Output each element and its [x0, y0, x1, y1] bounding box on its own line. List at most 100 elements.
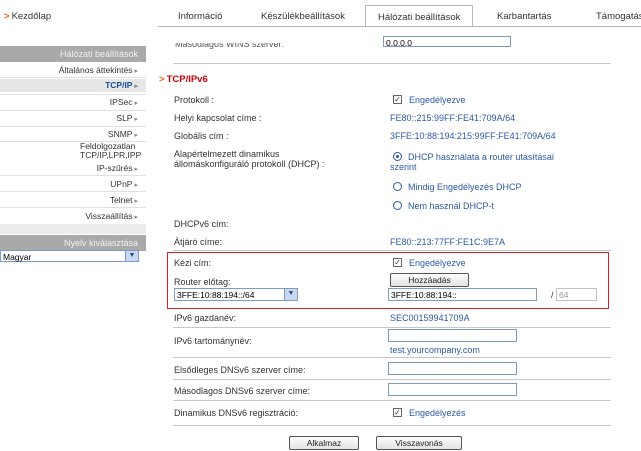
hostname-value: SEC00159941709A	[390, 313, 470, 323]
sidebar-item-snmp[interactable]: SNMP ▸	[0, 129, 146, 139]
global-address-value: 3FFE:10:88:194:215:99FF:FE41:709A/64	[390, 131, 556, 141]
language-header: Nyelv kiválasztása	[0, 235, 146, 251]
chevron-right-icon: ▸	[134, 132, 138, 139]
sidebar-item-label: UPnP	[110, 179, 133, 189]
home-link[interactable]: > Kezdőlap	[4, 11, 51, 22]
tab-device-settings[interactable]: Készülékbeállítások	[261, 11, 345, 22]
divider	[173, 379, 611, 380]
dhcp-option-router: DHCP használata a router utasításai	[408, 152, 554, 162]
manual-address-checkbox[interactable]: ✓	[393, 258, 402, 267]
section-title: > TCP/IPv6	[159, 74, 208, 85]
secondary-dns-input[interactable]	[388, 383, 517, 396]
sidebar-item-label: IP-szűrés	[96, 163, 133, 173]
sidebar-header: Hálózati beállítások	[0, 46, 146, 62]
dhcp-always-radio[interactable]	[393, 182, 402, 191]
ddns-label: Dinamikus DNSv6 regisztráció:	[174, 408, 299, 418]
divider	[0, 207, 146, 208]
tab-maintenance[interactable]: Karbantartás	[497, 11, 551, 22]
section-arrow-icon: >	[159, 74, 165, 85]
divider	[0, 77, 146, 78]
chevron-right-icon: ▸	[134, 83, 138, 90]
sidebar-item-label: Visszaállítás	[85, 211, 133, 221]
sidebar-item-slp[interactable]: SLP ▸	[0, 113, 146, 123]
router-prefix-select-value: 3FFE:10:88:194::/64	[177, 290, 255, 300]
dhcp-label-line1: Alapértelmezett dinamikus	[174, 149, 280, 159]
sidebar-item-upnp[interactable]: UPnP ▸	[0, 179, 146, 189]
divider	[0, 94, 146, 95]
sidebar-item-ip-filter[interactable]: IP-szűrés ▸	[0, 163, 146, 173]
router-prefix-select[interactable]: 3FFE:10:88:194::/64 ▼	[174, 288, 298, 301]
prefix-input[interactable]: 3FFE:10:88:194::	[388, 288, 537, 301]
hostname-label: IPv6 gazdanév:	[174, 313, 237, 323]
dhcp-option-none: Nem használ DHCP-t	[408, 201, 495, 211]
top-navigation: > Kezdőlap Információ Készülékbeállítások…	[0, 0, 641, 36]
sidebar-item-label: Telnet	[109, 195, 133, 205]
dhcpv6-label: DHCPv6 cím:	[174, 219, 229, 229]
chevron-down-icon: ▼	[125, 251, 138, 261]
primary-dns-label: Elsődleges DNSv6 szerver címe:	[174, 365, 306, 375]
divider	[0, 191, 146, 192]
link-local-value: FE80::215:99FF:FE41:709A/64	[390, 113, 516, 123]
chevron-right-icon: ▸	[134, 182, 138, 189]
chevron-right-icon: ▸	[134, 100, 138, 107]
router-prefix-label: Router előtag:	[174, 277, 231, 287]
sidebar-item-reset[interactable]: Visszaállítás ▸	[0, 211, 146, 221]
sidebar-item-label: IPSec	[109, 97, 133, 107]
chevron-right-icon: ▸	[134, 214, 138, 221]
language-value: Magyar	[3, 252, 32, 262]
divider	[0, 175, 146, 176]
sidebar-item-label: Általános áttekintés	[58, 65, 133, 75]
divider	[173, 425, 611, 426]
domain-label: IPv6 tartománynév:	[174, 336, 252, 346]
primary-dns-input[interactable]	[388, 362, 517, 375]
tab-support[interactable]: Támogatás	[596, 11, 641, 22]
tab-underline	[158, 26, 641, 27]
apply-button[interactable]: Alkalmaz	[289, 436, 359, 450]
language-select[interactable]: Magyar ▼	[0, 250, 139, 262]
link-local-label: Helyi kapcsolat címe :	[174, 113, 262, 123]
dhcp-none-radio[interactable]	[393, 201, 402, 210]
chevron-right-icon: ▸	[134, 198, 138, 205]
dhcp-router-radio[interactable]	[393, 152, 402, 161]
sidebar-item-label: Feldolgozatlan TCP/IP,LPR,IPP	[80, 141, 142, 160]
prefix-length-input[interactable]: 64	[556, 288, 597, 301]
ddns-value: Engedélyezés	[409, 408, 466, 418]
prefix-slash: /	[551, 290, 554, 300]
sidebar-item-label: SNMP	[107, 129, 133, 139]
gateway-label: Átjáró címe:	[174, 237, 223, 247]
secondary-wins-input[interactable]: 0.0.0.0	[383, 36, 511, 47]
divider	[173, 400, 611, 401]
dhcp-option-always: Mindig Engedélyezés DHCP	[408, 182, 522, 192]
domain-input[interactable]	[388, 329, 517, 342]
sidebar-item-ipsec[interactable]: IPSec ▸	[0, 97, 146, 107]
tab-information[interactable]: Információ	[178, 11, 222, 22]
divider	[0, 126, 146, 127]
sidebar-item-label: TCP/IP	[105, 80, 133, 90]
dhcp-label-line2: állomáskonfiguráló protokoll (DHCP) :	[174, 159, 325, 169]
protocol-label: Protokoll :	[174, 95, 215, 105]
global-address-label: Globális cím :	[174, 131, 229, 141]
ddns-checkbox[interactable]: ✓	[393, 408, 402, 417]
gateway-value: FE80::213:77FF:FE1C:9E7A	[390, 237, 506, 247]
cancel-button[interactable]: Visszavonás	[376, 436, 462, 450]
sidebar-item-telnet[interactable]: Telnet ▸	[0, 195, 146, 205]
tab-network-settings[interactable]: Hálózati beállítások	[365, 5, 474, 27]
sidebar-item-label: SLP	[116, 113, 133, 123]
add-button[interactable]: Hozzáadás	[390, 273, 469, 287]
divider	[173, 63, 611, 64]
divider	[0, 110, 146, 111]
manual-address-label: Kézi cím:	[174, 258, 212, 268]
home-label: Kezdőlap	[11, 11, 52, 22]
protocol-value: Engedélyezve	[409, 95, 466, 105]
dhcp-option-router-line2: szerint	[390, 162, 417, 172]
chevron-down-icon: ▼	[284, 289, 297, 300]
protocol-checkbox[interactable]: ✓	[393, 95, 402, 104]
sidebar-item-raw-tcpip[interactable]: Feldolgozatlan TCP/IP,LPR,IPP	[0, 142, 142, 160]
manual-address-value: Engedélyezve	[409, 258, 466, 268]
chevron-right-icon: ▸	[134, 116, 138, 123]
secondary-wins-label: Másodlagos WINS szerver:	[175, 39, 285, 49]
sidebar-item-tcpip[interactable]: TCP/IP ▸	[0, 79, 146, 92]
sidebar-item-overview[interactable]: Általános áttekintés ▸	[0, 65, 146, 75]
divider	[173, 250, 611, 251]
domain-value: test.yourcompany.com	[390, 345, 480, 355]
